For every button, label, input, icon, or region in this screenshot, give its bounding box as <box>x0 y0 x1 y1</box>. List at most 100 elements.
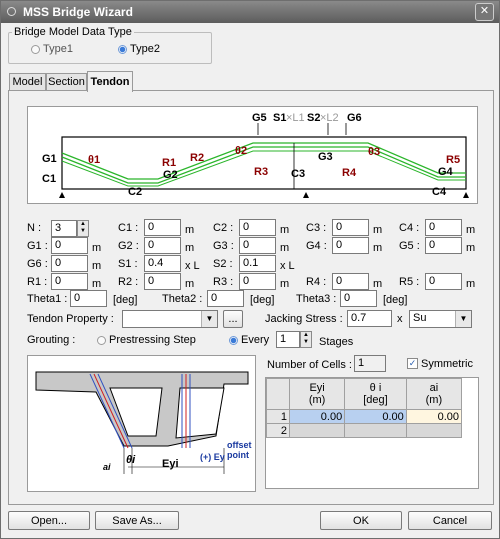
diag-theta1: θ1 <box>88 154 101 166</box>
c2-label: C2 : <box>213 222 234 234</box>
r2-unit: m <box>185 278 195 290</box>
s2-unit: x L <box>280 260 295 272</box>
eyi-cell[interactable]: 0.00 <box>288 409 346 424</box>
cancel-button[interactable]: Cancel <box>408 511 492 530</box>
c3-input[interactable]: 0 <box>332 219 369 236</box>
title-bar[interactable]: MSS Bridge Wizard ✕ <box>1 1 499 23</box>
chevron-down-icon[interactable]: ▼ <box>201 311 217 327</box>
g6-input[interactable]: 0 <box>51 255 88 272</box>
prestressing-step-radio[interactable] <box>97 336 106 345</box>
tendon-property-browse-button[interactable]: ... <box>223 310 243 328</box>
jacking-unit-select[interactable]: Su ▼ <box>409 310 472 328</box>
r4-unit: m <box>373 278 383 290</box>
section-point: point <box>227 450 249 460</box>
type1-radio[interactable] <box>31 45 40 54</box>
tendon-profile-diagram: G5 S1 ×L1 S2 ×L2 G6 G1 C1 θ1 R1 R2 G2 C2… <box>27 106 478 204</box>
tendon-property-select[interactable]: ▼ <box>122 310 218 328</box>
theta3-unit: [deg] <box>383 294 408 306</box>
ok-button[interactable]: OK <box>320 511 402 530</box>
diag-theta2: θ2 <box>235 145 248 157</box>
r5-input[interactable]: 0 <box>425 273 462 290</box>
stages-input[interactable]: 1 <box>276 331 300 348</box>
section-offset: offset <box>227 440 252 450</box>
n-label: N : <box>27 222 42 234</box>
g2-input[interactable]: 0 <box>144 237 181 254</box>
diag-r3: R3 <box>254 166 269 178</box>
diag-g4: G4 <box>438 166 453 178</box>
theta2-unit: [deg] <box>250 294 275 306</box>
c4-input[interactable]: 0 <box>425 219 462 236</box>
c3-label: C3 : <box>306 222 327 234</box>
r3-label: R3 : <box>213 276 234 288</box>
type1-label: Type1 <box>43 43 73 55</box>
header-ai: ai (m) <box>405 378 463 410</box>
c1-input[interactable]: 0 <box>144 219 181 236</box>
stages-spinner[interactable]: ▲ ▼ <box>300 331 312 348</box>
g2-label: G2 : <box>118 240 139 252</box>
ai-cell[interactable] <box>405 423 463 438</box>
tab-tendon[interactable]: Tendon <box>87 71 133 92</box>
table-row[interactable]: 1 0.00 0.00 0.00 <box>266 409 463 424</box>
type2-radio[interactable] <box>118 45 127 54</box>
open-button[interactable]: Open... <box>8 511 90 530</box>
diag-xl1: ×L1 <box>286 112 305 124</box>
r3-input[interactable]: 0 <box>239 273 276 290</box>
stages-label: Stages <box>319 336 354 348</box>
c4-label: C4 : <box>399 222 420 234</box>
g3-input[interactable]: 0 <box>239 237 276 254</box>
every-radio[interactable] <box>229 336 238 345</box>
r3-unit: m <box>280 278 290 290</box>
jacking-unit-value: Su <box>413 312 427 324</box>
g4-unit: m <box>373 242 383 254</box>
g5-input[interactable]: 0 <box>425 237 462 254</box>
diag-xl2: ×L2 <box>320 112 339 124</box>
diag-c2: C2 <box>128 186 143 198</box>
theta3-input[interactable]: 0 <box>340 290 377 307</box>
r1-input[interactable]: 0 <box>51 273 88 290</box>
jacking-stress-label: Jacking Stress : <box>265 313 343 325</box>
ai-cell[interactable]: 0.00 <box>405 409 463 424</box>
g5-unit: m <box>466 242 476 254</box>
symmetric-checkbox[interactable]: ✓ <box>407 358 418 369</box>
g1-input[interactable]: 0 <box>51 237 88 254</box>
app-icon <box>7 7 16 16</box>
r1-unit: m <box>92 278 102 290</box>
theta1-unit: [deg] <box>113 294 138 306</box>
theta1-input[interactable]: 0 <box>70 290 107 307</box>
r4-input[interactable]: 0 <box>332 273 369 290</box>
number-of-cells-input[interactable]: 1 <box>354 355 386 372</box>
close-button[interactable]: ✕ <box>475 3 494 21</box>
save-as-button[interactable]: Save As... <box>95 511 179 530</box>
r2-label: R2 : <box>118 276 139 288</box>
table-header-row: Eyi (m) θ i [deg] ai (m) <box>266 378 463 410</box>
jacking-stress-input[interactable]: 0.7 <box>347 310 392 327</box>
diag-g6: G6 <box>347 112 362 124</box>
tab-section[interactable]: Section <box>46 73 87 91</box>
g4-input[interactable]: 0 <box>332 237 369 254</box>
theta-cell[interactable] <box>344 423 407 438</box>
n-spinner[interactable]: ▲ ▼ <box>77 220 89 237</box>
r5-label: R5 : <box>399 276 420 288</box>
chevron-down-icon[interactable]: ▼ <box>455 311 471 327</box>
s2-input[interactable]: 0.1 <box>239 255 276 272</box>
table-row[interactable]: 2 <box>266 423 463 438</box>
eyi-cell[interactable] <box>288 423 346 438</box>
theta1-label: Theta1 : <box>27 293 68 305</box>
r2-input[interactable]: 0 <box>144 273 181 290</box>
n-input[interactable]: 3 <box>51 220 77 237</box>
diag-c3: C3 <box>291 168 306 180</box>
diag-r2: R2 <box>190 152 205 164</box>
tab-model[interactable]: Model <box>9 73 46 91</box>
g6-unit: m <box>92 260 102 272</box>
theta2-input[interactable]: 0 <box>207 290 244 307</box>
c2-input[interactable]: 0 <box>239 219 276 236</box>
s1-input[interactable]: 0.4 <box>144 255 181 272</box>
prestressing-step-label: Prestressing Step <box>109 334 196 346</box>
diag-c1: C1 <box>42 173 57 185</box>
c1-unit: m <box>185 224 195 236</box>
c4-unit: m <box>466 224 476 236</box>
row-number: 2 <box>266 423 290 438</box>
model-type-legend: Bridge Model Data Type <box>12 26 134 38</box>
section-theta: θi <box>126 454 136 466</box>
theta-cell[interactable]: 0.00 <box>344 409 407 424</box>
